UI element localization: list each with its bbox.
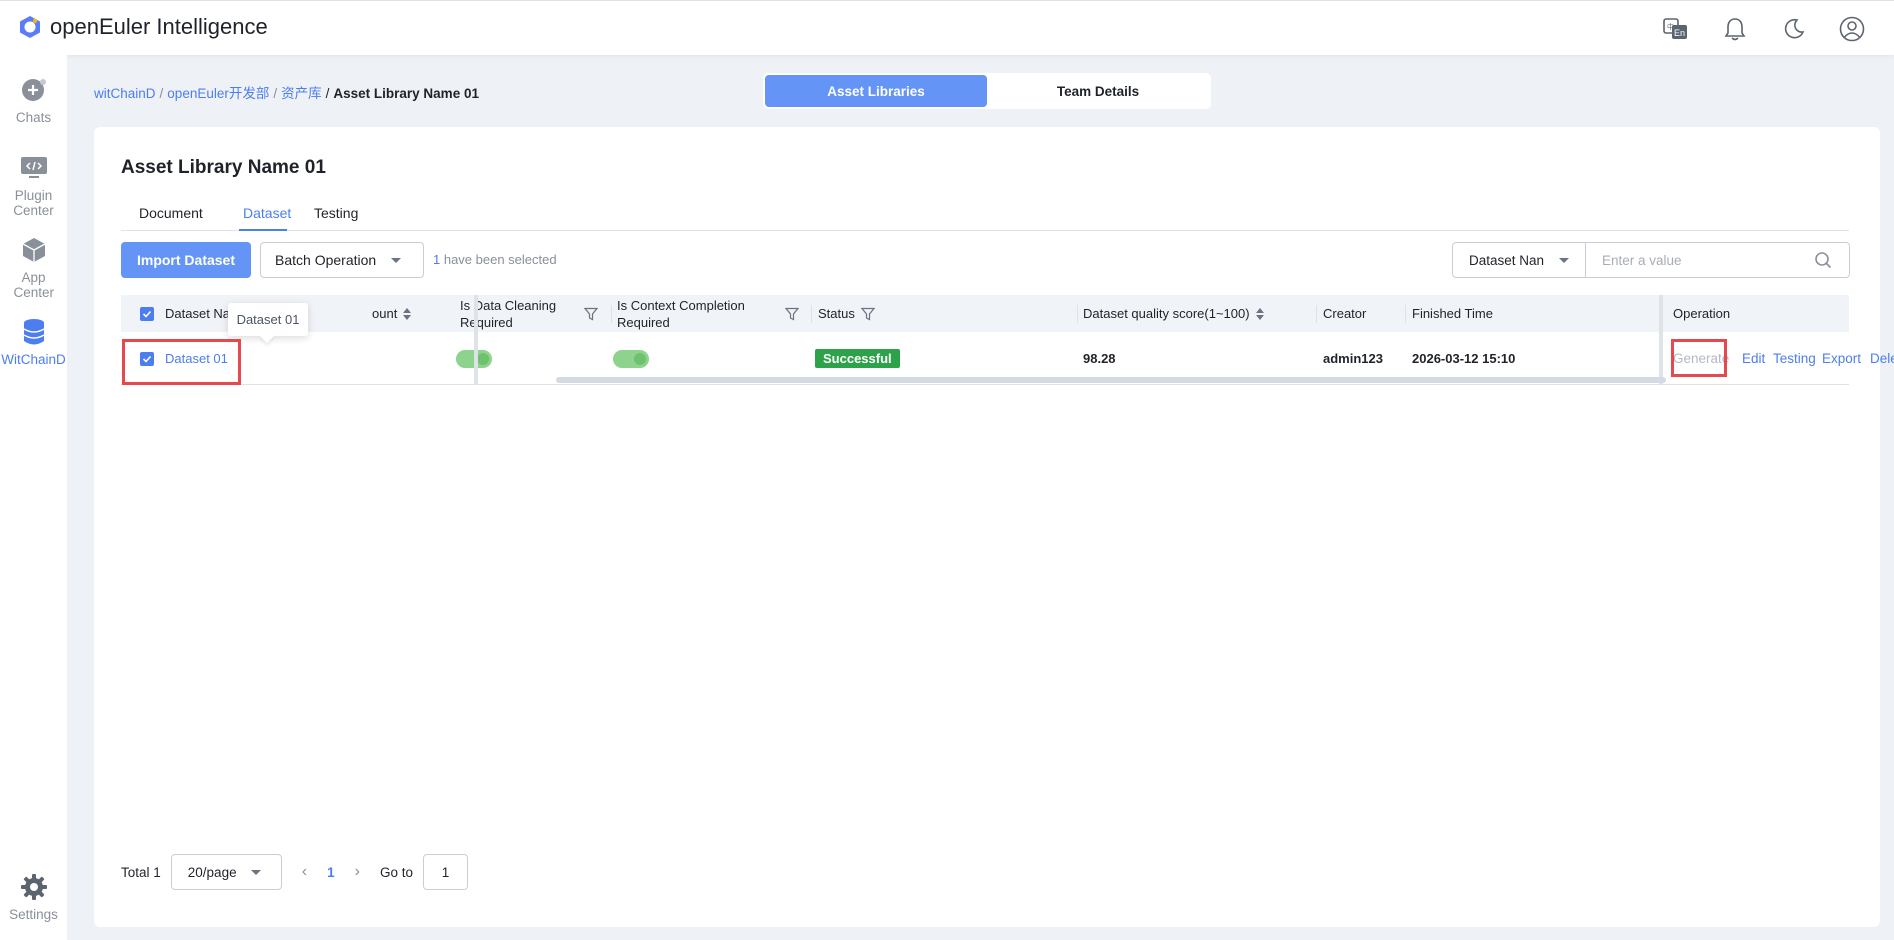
- filter-icon[interactable]: [584, 307, 598, 321]
- operation-delete-button: Delete: [1870, 351, 1894, 366]
- select-all-checkbox[interactable]: [140, 295, 154, 332]
- import-dataset-button[interactable]: Import Dataset: [121, 242, 251, 278]
- dataset-name-tooltip: Dataset 01: [228, 303, 308, 336]
- sidebar-item-label: Plugin Center: [13, 188, 54, 218]
- breadcrumb: witChainD / openEuler开发部 / 资产库 / Asset Library…: [94, 86, 479, 101]
- selection-count-text: have been selected: [440, 252, 557, 267]
- column-header-finished-time: Finished Time: [1412, 306, 1493, 321]
- operation-generate-button[interactable]: Generate: [1673, 332, 1729, 385]
- sidebar-item-witchaind[interactable]: WitChainD: [0, 317, 67, 367]
- chevron-down-icon: [1559, 258, 1569, 263]
- operation-edit-button[interactable]: Edit: [1742, 332, 1765, 385]
- tab-dataset[interactable]: Dataset: [243, 205, 291, 221]
- operation-testing-button[interactable]: Testing: [1773, 332, 1816, 385]
- svg-text:En: En: [1674, 28, 1685, 38]
- page-size-select[interactable]: 20/page: [170, 854, 282, 890]
- tab-asset-libraries[interactable]: Asset Libraries: [765, 75, 987, 107]
- sort-icon[interactable]: [403, 307, 412, 320]
- operation-export-button[interactable]: Export: [1822, 332, 1861, 385]
- column-header-status: Status: [818, 295, 875, 332]
- chat-plus-icon: [19, 75, 49, 105]
- fixed-column-divider: [474, 295, 478, 385]
- column-header-operation: Operation: [1673, 306, 1731, 321]
- chevron-down-icon: [391, 258, 401, 263]
- left-sidebar: Chats Plugin Center App Center WitChainD…: [0, 55, 67, 940]
- tab-testing[interactable]: Testing: [314, 205, 358, 221]
- sort-icon[interactable]: [1255, 307, 1264, 320]
- search-field-select[interactable]: Dataset Nan: [1452, 242, 1586, 278]
- row-checkbox[interactable]: [140, 332, 154, 385]
- tab-team-details[interactable]: Team Details: [987, 75, 1209, 107]
- fixed-column-divider: [1659, 295, 1663, 385]
- selection-count: 1 have been selected: [433, 252, 557, 267]
- batch-operation-label: Batch Operation: [275, 252, 377, 268]
- bell-icon[interactable]: [1721, 15, 1749, 43]
- sidebar-item-label: Chats: [15, 110, 52, 125]
- filter-icon[interactable]: [785, 307, 799, 321]
- sidebar-item-label: WitChainD: [1, 352, 66, 367]
- openeuler-logo-icon: [20, 16, 40, 38]
- gear-icon: [19, 872, 49, 902]
- sidebar-item-plugin-center[interactable]: Plugin Center: [0, 153, 67, 218]
- breadcrumb-item[interactable]: 资产库: [281, 86, 322, 101]
- cube-icon: [19, 235, 49, 265]
- column-header-context-completion: Is Context Completion Required: [617, 295, 807, 332]
- pagination-total: Total 1: [121, 864, 161, 880]
- goto-label: Go to: [379, 864, 413, 880]
- column-header-count: ount: [372, 295, 412, 332]
- search-field-value: Dataset Nan: [1469, 252, 1545, 268]
- batch-operation-dropdown[interactable]: Batch Operation: [260, 242, 424, 278]
- sidebar-item-label: App Center: [13, 270, 55, 300]
- sidebar-item-chats[interactable]: Chats: [0, 75, 67, 125]
- table-header: Dataset Name ount Is Data Cleaning Requi…: [121, 295, 1849, 332]
- goto-page-input[interactable]: [422, 854, 468, 890]
- table-horizontal-scrollbar[interactable]: [556, 377, 1666, 383]
- dataset-name-link[interactable]: Dataset 01: [165, 332, 228, 385]
- page-title: Asset Library Name 01: [121, 157, 326, 178]
- moon-icon[interactable]: [1780, 15, 1808, 43]
- app-title: openEuler Intelligence: [50, 14, 268, 39]
- column-header-quality-score: Dataset quality score(1~100): [1083, 295, 1264, 332]
- code-monitor-icon: [19, 153, 49, 183]
- sidebar-item-settings[interactable]: Settings: [0, 872, 67, 922]
- language-icon[interactable]: En 中: [1662, 15, 1690, 43]
- search-icon[interactable]: [1814, 251, 1832, 269]
- column-header-data-cleaning: Is Data Cleaning Required: [460, 295, 610, 332]
- pagination: Total 1 20/page ‹ 1 › Go to: [121, 854, 468, 890]
- top-bar: openEuler Intelligence En 中: [0, 0, 1894, 55]
- breadcrumb-item[interactable]: witChainD: [94, 86, 156, 101]
- svg-text:中: 中: [1667, 22, 1674, 31]
- dataset-table: Dataset Name ount Is Data Cleaning Requi…: [121, 295, 1894, 385]
- active-tab-indicator: [239, 229, 287, 231]
- search-input[interactable]: [1585, 242, 1850, 278]
- database-icon: [19, 317, 49, 347]
- column-header-creator: Creator: [1323, 306, 1367, 321]
- chevron-down-icon: [250, 870, 261, 875]
- breadcrumb-item[interactable]: openEuler开发部: [167, 86, 269, 101]
- library-card: Asset Library Name 01 Document Dataset T…: [94, 127, 1894, 927]
- user-icon[interactable]: [1838, 15, 1866, 43]
- breadcrumb-current: Asset Library Name 01: [333, 86, 479, 101]
- next-page-button[interactable]: ›: [355, 863, 360, 881]
- page-size-value: 20/page: [187, 864, 237, 880]
- library-view-switch: Asset Libraries Team Details: [763, 73, 1211, 109]
- sidebar-item-label: Settings: [9, 907, 58, 922]
- prev-page-button[interactable]: ‹: [302, 863, 307, 881]
- page-number[interactable]: 1: [327, 865, 335, 880]
- app-logo[interactable]: openEuler Intelligence: [18, 14, 268, 40]
- tab-document[interactable]: Document: [139, 205, 203, 221]
- filter-icon[interactable]: [860, 307, 875, 321]
- sidebar-item-app-center[interactable]: App Center: [0, 235, 67, 300]
- library-tabs: Document Dataset Testing: [121, 197, 1849, 231]
